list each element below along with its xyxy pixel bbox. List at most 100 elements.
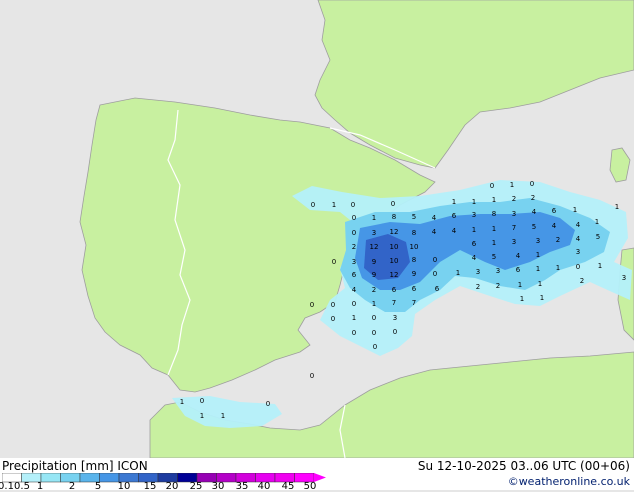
precip-value: 6 [412,285,417,293]
precip-value: 3 [512,238,516,246]
precip-value: 2 [531,194,535,202]
precip-value: 1 [598,262,602,270]
precip-value: 0 [433,256,437,264]
precip-value: 3 [472,211,476,219]
precip-value: 5 [596,233,600,241]
legend-tick-label: 0.5 [14,481,30,492]
weather-map-view: 0 1 0 0 0 1 0 1 1 1 2 2 1 1 0 1 8 5 4 6 3 8 3 4 6 1 0 3 12 8 4 4 1 1 7 5 4 4 5… [0,0,634,492]
legend-swatch [99,473,120,483]
precip-value: 3 [372,229,376,237]
precip-value: 7 [512,224,516,232]
precip-value: 4 [432,228,437,236]
precip-value: 0 [311,201,315,209]
precip-value: 9 [412,270,416,278]
precip-value: 2 [556,236,560,244]
precip-value: 4 [352,286,357,294]
legend-tick-label: 10 [117,481,131,492]
legend-tick-label: 50 [303,481,317,492]
precip-value: 7 [392,299,396,307]
precip-value: 12 [390,271,399,279]
precip-value: 1 [536,265,540,273]
precip-value: 6 [552,207,557,215]
precip-value: 2 [372,286,376,294]
precip-value: 8 [492,210,496,218]
legend-tick-label: 45 [281,481,295,492]
precip-value: 1 [472,226,476,234]
legend-tick-label: 15 [143,481,157,492]
precip-value: 1 [200,412,204,420]
precip-value: 9 [372,271,376,279]
precip-value: 0 [331,315,335,323]
precip-value: 5 [532,223,536,231]
precip-value: 1 [536,251,540,259]
precip-value: 3 [576,248,580,256]
precipitation-map: 0 1 0 00 1 01 1 1 2 21 10 1 8 5 4 6 3 8 3 4 610 3 12 8 4 4 1 1 7 5 4 45… [0,0,634,458]
precip-value: 6 [435,285,440,293]
precip-value: 6 [472,240,477,248]
precip-value: 1 [573,206,577,214]
precip-value: 4 [532,208,537,216]
precip-value: 0 [352,229,356,237]
precip-value: 6 [452,212,457,220]
precip-value: 4 [516,252,521,260]
precip-value: 0 [576,263,580,271]
precip-value: 1 [556,264,560,272]
precip-value: 1 [615,203,619,211]
precip-value: 3 [476,268,480,276]
legend-tick-label: 30 [211,481,225,492]
precip-value: 1 [180,398,184,406]
precip-value: 0 [373,343,377,351]
precip-value: 1 [540,294,544,302]
legend-tick-label: 35 [235,481,249,492]
precip-value: 2 [580,277,584,285]
precip-value: 1 [518,281,522,289]
precip-value: 1 [452,198,456,206]
credit-link[interactable]: ©weatheronline.co.uk [508,475,630,488]
precip-value: 1 [595,218,599,226]
precip-value: 0 [331,301,335,309]
precip-value: 12 [370,243,379,251]
precip-value: 0 [266,400,270,408]
precip-value: 2 [352,243,356,251]
precip-value: 1 [332,201,336,209]
precip-value: 1 [492,239,496,247]
precip-value: 12 [390,228,399,236]
precip-value: 0 [391,200,395,208]
precip-value: 0 [200,397,204,405]
precip-value: 1 [472,198,476,206]
precip-value: 0 [310,372,314,380]
precip-value: 0 [352,300,356,308]
precip-value: 8 [412,256,416,264]
legend-tick-label: 2 [68,481,76,492]
precip-value: 0 [351,201,355,209]
precip-value: 10 [390,243,399,251]
precip-value: 0 [530,180,534,188]
precip-value: 2 [512,195,516,203]
precip-value: 0 [433,270,437,278]
precip-value: 10 [390,257,399,265]
legend-swatch [40,473,61,483]
precip-value: 0 [490,182,494,190]
precip-value: 7 [412,299,416,307]
precip-value: 3 [622,274,626,282]
legend-tick-labels: 0.1 0.5 1 2 5 10 15 20 25 30 35 40 45 50 [0,482,340,492]
legend-tick-label: 40 [257,481,271,492]
precip-value: 1 [520,295,524,303]
precip-value: 0 [393,328,397,336]
precip-value: 5 [492,253,496,261]
legend-tick-label: 0.1 [0,481,14,492]
precip-value: 8 [412,229,416,237]
precip-value: 1 [492,225,496,233]
precip-value: 6 [516,266,521,274]
precip-value: 3 [512,210,516,218]
precip-value: 9 [372,258,376,266]
precip-value: 0 [352,329,356,337]
precip-value: 1 [538,280,542,288]
precip-value: 1 [372,214,376,222]
legend-tick-label: 20 [165,481,179,492]
precip-value: 1 [352,314,356,322]
precip-value: 1 [372,300,376,308]
precip-value: 8 [392,213,396,221]
precip-value: 2 [496,282,500,290]
legend-tick-label: 5 [94,481,102,492]
